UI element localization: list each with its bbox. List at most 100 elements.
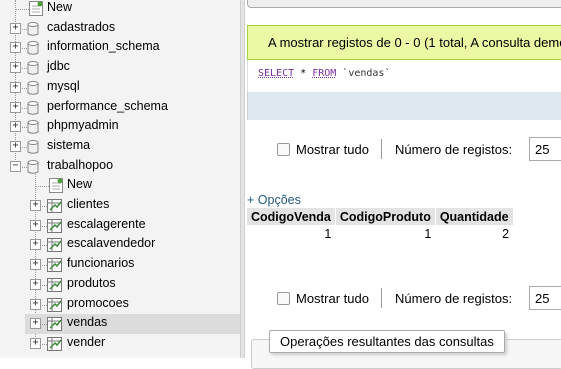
- tree-item-label[interactable]: promocoes: [67, 296, 129, 310]
- query-operations-legend: Operações resultantes das consultas: [269, 330, 505, 353]
- expand-icon[interactable]: +: [30, 219, 41, 231]
- table-icon[interactable]: [47, 258, 63, 273]
- show-all-checkbox-bottom[interactable]: [277, 292, 290, 305]
- table-icon[interactable]: [47, 218, 63, 233]
- sql-table-name: `vendas`: [336, 68, 391, 79]
- cell-codigoproduto[interactable]: 1: [335, 225, 435, 242]
- database-icon[interactable]: [27, 139, 39, 154]
- database-icon[interactable]: [27, 41, 39, 56]
- results-header-row: CodigoVenda CodigoProduto Quantidade: [247, 208, 514, 225]
- tree-item-jdbc[interactable]: + jdbc: [0, 58, 240, 78]
- navigation-panel: New + cadastrados + information_schema + jdbc +…: [0, 0, 240, 358]
- tree-item-label[interactable]: vendas: [67, 315, 107, 329]
- expand-icon[interactable]: +: [30, 318, 41, 330]
- tree-item-label[interactable]: mysql: [47, 79, 80, 93]
- tree-item-produtos[interactable]: + produtos: [0, 275, 240, 295]
- cell-codigovenda[interactable]: 1: [247, 225, 335, 242]
- show-all-label: Mostrar tudo: [296, 142, 369, 157]
- column-header-quantidade[interactable]: Quantidade: [435, 208, 514, 225]
- expand-icon[interactable]: +: [10, 62, 21, 74]
- new-item-icon[interactable]: [49, 178, 63, 194]
- tree-item-performance-schema[interactable]: + performance_schema: [0, 98, 240, 118]
- expand-icon[interactable]: +: [10, 121, 21, 133]
- new-item-icon[interactable]: [29, 1, 43, 16]
- tree-item-label[interactable]: trabalhopoo: [47, 158, 113, 172]
- sql-query: SELECT * FROM `vendas`: [247, 60, 561, 92]
- database-icon[interactable]: [27, 120, 39, 134]
- tree-item-label[interactable]: New: [67, 177, 92, 191]
- tree-item-clientes[interactable]: + clientes: [0, 196, 240, 216]
- expand-icon[interactable]: +: [30, 200, 41, 211]
- expand-icon[interactable]: +: [10, 42, 21, 54]
- divider: [381, 288, 382, 308]
- table-icon[interactable]: [47, 238, 63, 253]
- expand-icon[interactable]: +: [10, 101, 21, 113]
- options-link[interactable]: + Opções: [247, 193, 301, 207]
- navigation-controls-bottom: Mostrar tudo Número de registos: 25: [245, 286, 561, 312]
- results-table: CodigoVenda CodigoProduto Quantidade 1 1…: [247, 208, 514, 242]
- tree-item-escalavendedor[interactable]: + escalavendedor: [0, 235, 240, 255]
- expand-icon[interactable]: +: [30, 337, 41, 349]
- database-icon[interactable]: [27, 21, 39, 36]
- tree-item-label[interactable]: sistema: [47, 138, 90, 152]
- collapse-icon[interactable]: −: [10, 160, 21, 172]
- table-icon[interactable]: [47, 277, 63, 292]
- divider: [381, 139, 382, 159]
- show-all-checkbox[interactable]: [277, 143, 290, 156]
- tree-item-promocoes[interactable]: + promocoes: [0, 295, 240, 315]
- tree-item-label[interactable]: performance_schema: [47, 99, 168, 113]
- cell-quantidade[interactable]: 2: [435, 225, 513, 242]
- column-header-codigovenda[interactable]: CodigoVenda: [247, 208, 336, 225]
- database-icon[interactable]: [27, 159, 39, 174]
- tree-item-label[interactable]: escalagerente: [67, 217, 146, 231]
- tree-item-label[interactable]: New: [47, 0, 72, 14]
- tree-item-label[interactable]: escalavendedor: [67, 236, 155, 250]
- column-header-codigoproduto[interactable]: CodigoProduto: [335, 208, 436, 225]
- tree-item-label[interactable]: phpmyadmin: [47, 118, 119, 132]
- tree-item-trabalhopoo[interactable]: − trabalhopoo: [0, 157, 240, 177]
- tree-connector: [35, 186, 49, 188]
- table-row[interactable]: 1 1 2: [247, 225, 513, 242]
- tree-item-new[interactable]: New: [0, 176, 240, 196]
- main-content: A mostrar registos de 0 - 0 (1 total, A …: [245, 0, 561, 369]
- tree-item-sistema[interactable]: + sistema: [0, 137, 240, 157]
- query-toolbar: [247, 92, 561, 120]
- tree-item-cadastrados[interactable]: + cadastrados: [0, 19, 240, 39]
- expand-icon[interactable]: +: [30, 239, 41, 251]
- navigation-controls-top: Mostrar tudo Número de registos: 25: [245, 137, 561, 163]
- tree-item-label[interactable]: information_schema: [47, 39, 160, 53]
- sql-keyword-from[interactable]: FROM: [312, 68, 336, 79]
- tree-item-label[interactable]: clientes: [67, 197, 109, 211]
- tree-item-vender[interactable]: + vender: [0, 334, 240, 354]
- tree-item-information-schema[interactable]: + information_schema: [0, 38, 240, 58]
- table-icon[interactable]: [47, 297, 63, 312]
- tree-item-mysql[interactable]: + mysql: [0, 78, 240, 98]
- tree-item-label[interactable]: produtos: [67, 276, 116, 290]
- database-icon[interactable]: [27, 80, 39, 95]
- tree-item-new[interactable]: New: [0, 0, 240, 19]
- tree-item-phpmyadmin[interactable]: + phpmyadmin: [0, 117, 240, 137]
- database-icon[interactable]: [27, 100, 39, 115]
- expand-icon[interactable]: +: [30, 259, 41, 271]
- sql-keyword-select[interactable]: SELECT: [258, 68, 294, 79]
- tree-item-funcionarios[interactable]: + funcionarios: [0, 255, 240, 275]
- rows-count-select[interactable]: 25: [529, 137, 561, 161]
- top-panel-edge: [247, 0, 561, 8]
- tree-item-vendas[interactable]: + vendas: [25, 314, 240, 334]
- rows-count-select-bottom[interactable]: 25: [529, 286, 561, 310]
- tree-item-label[interactable]: cadastrados: [47, 20, 115, 34]
- database-icon[interactable]: [27, 61, 39, 75]
- tree-item-label[interactable]: vender: [67, 335, 105, 349]
- table-icon[interactable]: [47, 336, 63, 351]
- table-icon[interactable]: [47, 199, 63, 213]
- tree-item-label[interactable]: jdbc: [47, 59, 70, 73]
- expand-icon[interactable]: +: [10, 140, 21, 152]
- expand-icon[interactable]: +: [30, 298, 41, 310]
- expand-icon[interactable]: +: [30, 278, 41, 290]
- expand-icon[interactable]: +: [10, 81, 21, 93]
- tree-connector: [15, 9, 29, 10]
- table-icon[interactable]: [47, 317, 63, 332]
- expand-icon[interactable]: +: [10, 22, 21, 34]
- tree-item-label[interactable]: funcionarios: [67, 256, 134, 270]
- tree-item-escalagerente[interactable]: + escalagerente: [0, 216, 240, 236]
